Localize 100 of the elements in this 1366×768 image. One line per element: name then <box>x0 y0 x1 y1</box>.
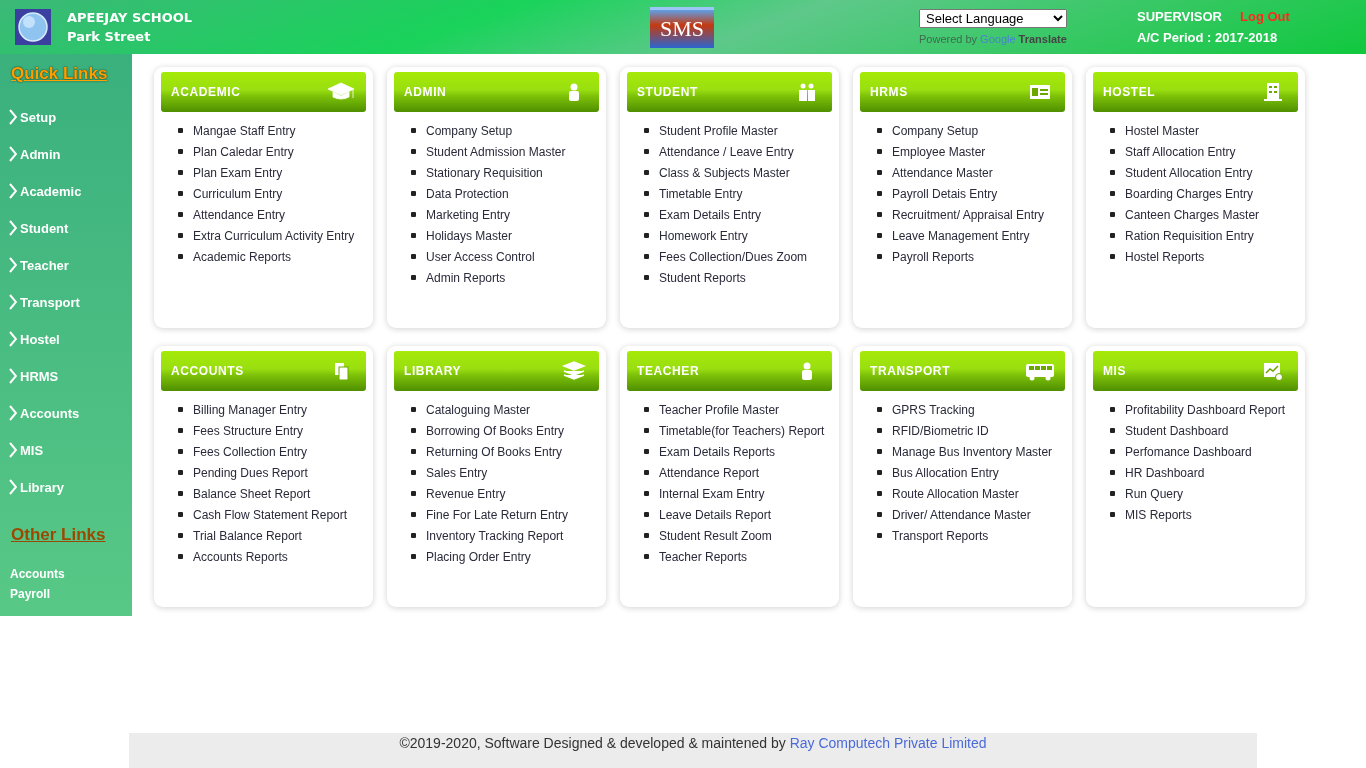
powered-by-text: Powered by <box>919 33 978 45</box>
bullet-icon <box>644 212 649 217</box>
module-link[interactable]: Manage Bus Inventory Master <box>892 444 1053 459</box>
module-link[interactable]: Boarding Charges Entry <box>1125 186 1254 201</box>
bullet-icon <box>644 191 649 196</box>
module-link[interactable]: Holidays Master <box>426 228 513 243</box>
module-link[interactable]: Accounts Reports <box>193 549 288 564</box>
module-link[interactable]: Balance Sheet Report <box>193 486 311 501</box>
module-link[interactable]: Timetable(for Teachers) Report <box>659 423 825 438</box>
module-link[interactable]: Ration Requisition Entry <box>1125 228 1254 243</box>
card-title: MIS <box>1103 364 1127 378</box>
module-link[interactable]: Staff Allocation Entry <box>1125 144 1236 159</box>
module-link[interactable]: Trial Balance Report <box>193 528 302 543</box>
module-link[interactable]: Exam Details Reports <box>659 444 776 459</box>
module-link[interactable]: Route Allocation Master <box>892 486 1019 501</box>
module-link[interactable]: Extra Curriculum Activity Entry <box>193 228 355 243</box>
module-link[interactable]: Sales Entry <box>426 465 488 480</box>
module-link[interactable]: Student Profile Master <box>659 123 778 138</box>
module-link[interactable]: Class & Subjects Master <box>659 165 790 180</box>
bullet-icon <box>178 170 183 175</box>
module-link[interactable]: Transport Reports <box>892 528 989 543</box>
module-link[interactable]: Student Reports <box>659 270 746 285</box>
module-link[interactable]: Marketing Entry <box>426 207 511 222</box>
module-link[interactable]: Attendance Master <box>892 165 993 180</box>
module-link[interactable]: Mangae Staff Entry <box>193 123 296 138</box>
bullet-icon <box>644 275 649 280</box>
bullet-icon <box>411 470 416 475</box>
module-link[interactable]: Timetable Entry <box>659 186 743 201</box>
module-link[interactable]: Perfomance Dashboard <box>1125 444 1252 459</box>
module-link[interactable]: Returning Of Books Entry <box>426 444 563 459</box>
bullet-icon <box>877 428 882 433</box>
module-link[interactable]: Admin Reports <box>426 270 506 285</box>
module-link[interactable]: GPRS Tracking <box>892 402 975 417</box>
app-logo: SMS <box>650 6 714 48</box>
module-link[interactable]: Canteen Charges Master <box>1125 207 1260 222</box>
bullet-icon <box>644 233 649 238</box>
module-link[interactable]: Student Dashboard <box>1125 423 1229 438</box>
module-link[interactable]: Teacher Reports <box>659 549 748 564</box>
module-link[interactable]: Attendance Report <box>659 465 760 480</box>
module-link[interactable]: Company Setup <box>426 123 513 138</box>
module-link[interactable]: Driver/ Attendance Master <box>892 507 1031 522</box>
module-link[interactable]: Student Admission Master <box>426 144 566 159</box>
module-link[interactable]: Attendance / Leave Entry <box>659 144 794 159</box>
bullet-icon <box>1110 254 1115 259</box>
language-select[interactable]: Select Language <box>919 9 1067 28</box>
module-link[interactable]: Employee Master <box>892 144 986 159</box>
bullet-icon <box>411 191 416 196</box>
company-link[interactable]: Ray Computech Private Limited <box>789 735 987 751</box>
module-link[interactable]: Cataloguing Master <box>426 402 531 417</box>
bullet-icon <box>644 428 649 433</box>
bullet-icon <box>877 191 882 196</box>
module-link[interactable]: Curriculum Entry <box>193 186 283 201</box>
module-link[interactable]: Profitability Dashboard Report <box>1125 402 1286 417</box>
bullet-icon <box>877 491 882 496</box>
module-link[interactable]: Internal Exam Entry <box>659 486 765 501</box>
module-link[interactable]: Revenue Entry <box>426 486 506 501</box>
module-link[interactable]: Run Query <box>1125 486 1184 501</box>
module-link[interactable]: Company Setup <box>892 123 979 138</box>
module-link[interactable]: HR Dashboard <box>1125 465 1205 480</box>
module-link[interactable]: Leave Management Entry <box>892 228 1030 243</box>
module-link[interactable]: Bus Allocation Entry <box>892 465 999 480</box>
module-link[interactable]: Recruitment/ Appraisal Entry <box>892 207 1045 222</box>
module-link[interactable]: Academic Reports <box>193 249 292 264</box>
bullet-icon <box>877 449 882 454</box>
card-title: TRANSPORT <box>870 364 951 378</box>
bullet-icon <box>644 170 649 175</box>
module-link[interactable]: Payroll Detais Entry <box>892 186 998 201</box>
module-link[interactable]: Student Allocation Entry <box>1125 165 1253 180</box>
module-link[interactable]: RFID/Biometric ID <box>892 423 989 438</box>
module-link[interactable]: Plan Exam Entry <box>193 165 283 180</box>
module-link[interactable]: Hostel Master <box>1125 123 1200 138</box>
module-link[interactable]: Inventory Tracking Report <box>426 528 564 543</box>
module-link[interactable]: MIS Reports <box>1125 507 1192 522</box>
module-link[interactable]: User Access Control <box>426 249 535 264</box>
module-link[interactable]: Payroll Reports <box>892 249 975 264</box>
bullet-icon <box>411 428 416 433</box>
bullet-icon <box>411 449 416 454</box>
module-link[interactable]: Leave Details Report <box>659 507 772 522</box>
module-link[interactable]: Stationary Requisition <box>426 165 543 180</box>
bullet-icon <box>178 128 183 133</box>
module-link[interactable]: Plan Caledar Entry <box>193 144 294 159</box>
module-link[interactable]: Billing Manager Entry <box>193 402 308 417</box>
bullet-icon <box>877 470 882 475</box>
module-link[interactable]: Hostel Reports <box>1125 249 1205 264</box>
chevron-icon <box>9 294 17 310</box>
module-link[interactable]: Attendance Entry <box>193 207 286 222</box>
module-link[interactable]: Teacher Profile Master <box>659 402 780 417</box>
module-link[interactable]: Data Protection <box>426 186 509 201</box>
module-link[interactable]: Fine For Late Return Entry <box>426 507 569 522</box>
module-link[interactable]: Fees Structure Entry <box>193 423 304 438</box>
module-link[interactable]: Homework Entry <box>659 228 748 243</box>
bullet-icon <box>1110 512 1115 517</box>
module-link[interactable]: Exam Details Entry <box>659 207 762 222</box>
module-link[interactable]: Cash Flow Statement Report <box>193 507 348 522</box>
module-link[interactable]: Placing Order Entry <box>426 549 531 564</box>
module-link[interactable]: Fees Collection Entry <box>193 444 308 459</box>
module-link[interactable]: Pending Dues Report <box>193 465 308 480</box>
module-link[interactable]: Fees Collection/Dues Zoom <box>659 249 808 264</box>
module-link[interactable]: Borrowing Of Books Entry <box>426 423 565 438</box>
module-link[interactable]: Student Result Zoom <box>659 528 772 543</box>
